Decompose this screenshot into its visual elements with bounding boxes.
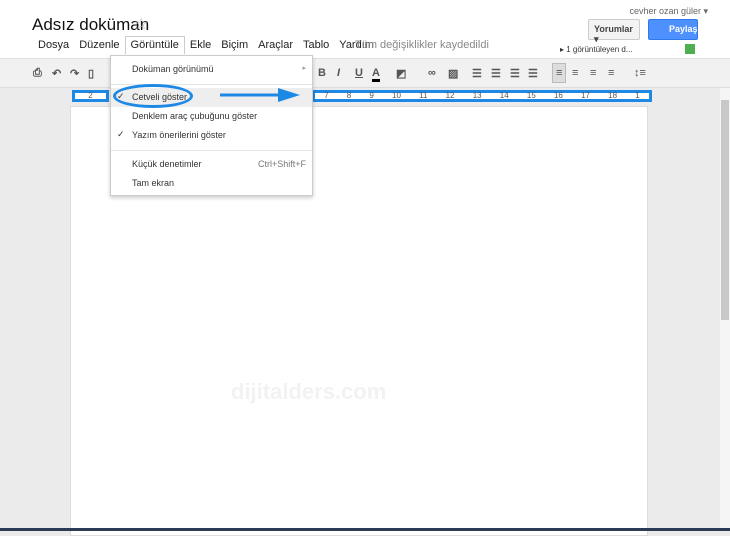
- collaborator-indicator: [685, 44, 695, 54]
- ruler-tick: 16: [553, 91, 563, 100]
- ruler-tick: 9: [369, 91, 374, 100]
- view-menu: Doküman görünümü ▸ ✓ Cetveli göster Denkle…: [110, 55, 313, 196]
- increase-indent-icon[interactable]: ☰: [528, 67, 538, 80]
- scrollbar[interactable]: [720, 88, 730, 531]
- link-icon[interactable]: ∞: [428, 67, 436, 79]
- ruler-tick: 12: [445, 91, 455, 100]
- submenu-arrow-icon: ▸: [302, 65, 306, 72]
- menu-araclar[interactable]: Araçlar: [253, 39, 298, 54]
- menu-dosya[interactable]: Dosya: [33, 39, 74, 54]
- align-center-icon[interactable]: ≡: [572, 67, 578, 79]
- ruler-tick: 15: [526, 91, 536, 100]
- menu-item-label: Doküman görünümü: [132, 64, 214, 74]
- undo-icon[interactable]: ↶: [52, 67, 61, 80]
- align-right-icon[interactable]: ≡: [590, 67, 596, 79]
- print-icon[interactable]: ⎙: [33, 67, 42, 80]
- image-icon[interactable]: ▨: [448, 67, 458, 80]
- menu-item-compact-controls[interactable]: Küçük denetimler Ctrl+Shift+F: [111, 155, 312, 174]
- menubar: Dosya Düzenle Görüntüle Ekle Biçim Araçl…: [33, 36, 379, 54]
- align-left-icon[interactable]: ≡: [552, 63, 567, 83]
- ruler-tick: 8: [346, 91, 352, 100]
- justify-icon[interactable]: ≡: [608, 67, 614, 79]
- check-icon: ✓: [117, 129, 125, 139]
- share-label: Paylaş: [669, 24, 698, 34]
- menu-goruntule[interactable]: Görüntüle: [124, 36, 185, 54]
- header: Adsız doküman ☆ Dosya Düzenle Görüntüle …: [0, 0, 730, 58]
- menu-ekle[interactable]: Ekle: [185, 39, 216, 54]
- menu-tablo[interactable]: Tablo: [298, 39, 334, 54]
- ruler-tick: 7: [324, 91, 329, 100]
- menu-item-full-screen[interactable]: Tam ekran: [111, 174, 312, 193]
- ruler-left-highlight[interactable]: 2: [72, 90, 109, 102]
- ruler-tick: 2: [88, 91, 93, 100]
- star-icon[interactable]: ☆: [134, 14, 148, 34]
- viewers-info[interactable]: ▸ 1 görüntüleyen d...: [560, 45, 633, 54]
- menu-duzenle[interactable]: Düzenle: [74, 39, 124, 54]
- ruler-tick: 1: [635, 91, 640, 100]
- decrease-indent-icon[interactable]: ☰: [510, 67, 520, 80]
- shortcut-label: Ctrl+Shift+F: [257, 159, 306, 169]
- ruler-tick: 14: [499, 91, 509, 100]
- save-status: Tüm değişiklikler kaydedildi: [355, 39, 489, 51]
- redo-icon[interactable]: ↷: [70, 67, 79, 80]
- watermark: dijitalders.com: [231, 379, 387, 404]
- menu-item-label: Yazım önerilerini göster: [132, 130, 226, 140]
- scrollbar-thumb[interactable]: [721, 100, 729, 320]
- comments-button[interactable]: Yorumlar ▾: [588, 19, 640, 44]
- ruler-tick: 10: [392, 91, 401, 100]
- menu-item-equation-toolbar[interactable]: Denklem araç çubuğunu göster: [111, 107, 312, 126]
- menu-item-label: Küçük denetimler: [132, 159, 202, 169]
- menu-item-label: Tam ekran: [132, 178, 175, 188]
- ruler-tick: 13: [472, 91, 482, 100]
- bold-button[interactable]: B: [318, 67, 326, 79]
- menu-item-label: Denklem araç çubuğunu göster: [132, 111, 258, 121]
- menu-item-document-view[interactable]: Doküman görünümü ▸: [111, 60, 312, 79]
- share-button[interactable]: Paylaş: [648, 19, 698, 40]
- ruler-right-highlight[interactable]: 7 8 9 10 11 12 13 14 15 16 17 18 1: [312, 90, 652, 102]
- user-menu[interactable]: cevher ozan güler ▾: [629, 6, 708, 17]
- ruler-tick: 17: [581, 91, 590, 100]
- ruler-tick: 18: [608, 91, 618, 100]
- underline-button[interactable]: U: [355, 67, 363, 79]
- numbered-list-icon[interactable]: ☰: [472, 67, 482, 80]
- menu-item-spelling-suggestions[interactable]: ✓ Yazım önerilerini göster: [111, 126, 312, 145]
- italic-button[interactable]: I: [337, 67, 340, 79]
- ruler-tick: 11: [419, 91, 428, 100]
- bulleted-list-icon[interactable]: ☰: [491, 67, 501, 80]
- highlight-icon[interactable]: ◩: [396, 67, 406, 80]
- doc-title[interactable]: Adsız doküman: [32, 15, 149, 35]
- paint-format-icon[interactable]: ▯: [88, 67, 94, 80]
- highlight-ellipse: [113, 84, 193, 108]
- text-color-button[interactable]: A: [372, 67, 380, 82]
- annotation-arrow-icon: [220, 88, 300, 102]
- menu-divider: [111, 150, 312, 151]
- ruler-bar: 2 7 8 9 10 11 12 13 14 15 16 17 18 1: [0, 88, 720, 105]
- menu-bicim[interactable]: Biçim: [216, 39, 253, 54]
- line-spacing-icon[interactable]: ↕≡: [634, 67, 646, 79]
